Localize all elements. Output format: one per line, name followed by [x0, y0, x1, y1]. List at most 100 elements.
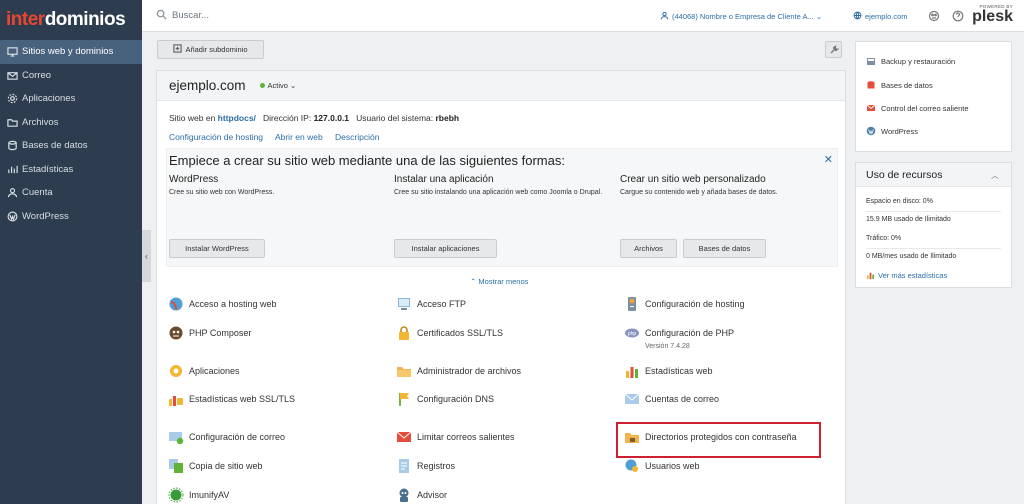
mail-limit-icon — [396, 429, 412, 445]
sidebar-item-label: Sitios web y dominios — [22, 46, 114, 58]
tile-ftp-access[interactable]: Acceso FTP — [396, 296, 466, 312]
top-bar: (44068) Nombre o Empresa de Cliente A...… — [142, 0, 1024, 32]
tile-hosting-settings[interactable]: Configuración de hosting — [624, 296, 745, 312]
quick-link-label: Control del correo saliente — [881, 103, 969, 113]
tile-label: Configuración de PHP — [645, 328, 735, 338]
copy-icon — [168, 458, 184, 474]
php-icon: php — [624, 325, 640, 341]
tile-label: Acceso a hosting web — [189, 299, 277, 309]
hosting-settings-icon — [624, 296, 640, 312]
sidebar: inter dominios Sitios web y dominios Corr… — [0, 0, 142, 504]
sidebar-item-account[interactable]: Cuenta — [0, 181, 142, 205]
user-icon — [660, 11, 672, 22]
tile-advisor[interactable]: Advisor — [396, 487, 447, 503]
gear-icon — [6, 93, 18, 105]
main-content: Añadir subdominio ejemplo.com Activo ⌄ S… — [156, 32, 846, 504]
tile-php-composer[interactable]: PHP Composer — [168, 325, 251, 341]
folder-icon — [396, 363, 412, 379]
sidebar-collapse-toggle[interactable]: ‹ — [142, 230, 151, 282]
tile-ssl-certificates[interactable]: Certificados SSL/TLS — [396, 325, 503, 341]
description-link[interactable]: Descripción — [335, 132, 379, 142]
chevron-up-icon[interactable]: ︿ — [991, 170, 999, 181]
close-icon[interactable]: ✕ — [824, 153, 833, 166]
wordpress-link[interactable]: WordPress — [866, 126, 918, 136]
show-less-link[interactable]: ⌃ Mostrar menos — [470, 277, 528, 286]
tile-website-copy[interactable]: Copia de sitio web — [168, 458, 263, 474]
backup-restore-link[interactable]: Backup y restauración — [866, 56, 955, 66]
sidebar-item-label: Estadísticas — [22, 163, 74, 175]
status-badge[interactable]: Activo ⌄ — [259, 81, 297, 90]
add-subdomain-button[interactable]: Añadir subdominio — [157, 40, 264, 59]
system-user-value: rbebh — [435, 113, 460, 123]
more-statistics-link[interactable]: Ver más estadísticas — [866, 271, 947, 280]
domain-info-line: Sitio web en httpdocs/ Dirección IP: 127… — [169, 113, 459, 123]
button-label: Instalar WordPress — [185, 244, 249, 253]
highlight-box — [616, 422, 821, 458]
tile-file-manager[interactable]: Administrador de archivos — [396, 363, 521, 379]
ssl-stats-icon — [168, 391, 184, 407]
plesk-wordmark: plesk — [972, 8, 1013, 25]
tile-label: Aplicaciones — [189, 366, 240, 376]
sidebar-item-wordpress[interactable]: WordPress — [0, 205, 142, 229]
sidebar-item-files[interactable]: Archivos — [0, 111, 142, 135]
tile-label: Estadísticas web SSL/TLS — [189, 394, 296, 404]
mail-control-icon — [866, 103, 876, 113]
database-icon — [6, 140, 18, 152]
tile-web-hosting-access[interactable]: Acceso a hosting web — [168, 296, 277, 312]
tile-web-users[interactable]: Usuarios web — [624, 458, 700, 474]
domain-selector[interactable]: ejemplo.com — [853, 11, 908, 22]
tile-web-statistics[interactable]: Estadísticas web — [624, 363, 713, 379]
install-applications-button[interactable]: Instalar aplicaciones — [394, 239, 497, 258]
tile-mail-accounts[interactable]: Cuentas de correo — [624, 391, 719, 407]
account-selector[interactable]: (44068) Nombre o Empresa de Cliente A...… — [660, 11, 822, 22]
tile-imunifyav[interactable]: ImunifyAV — [168, 487, 229, 503]
databases-button[interactable]: Bases de datos — [683, 239, 766, 258]
imunify-icon — [168, 487, 184, 503]
resource-usage-title: Uso de recursos — [866, 168, 943, 181]
tile-ssl-web-statistics[interactable]: Estadísticas web SSL/TLS — [168, 391, 295, 407]
add-subdomain-icon — [173, 44, 185, 55]
brand-logo[interactable]: inter dominios — [0, 0, 142, 40]
tile-php-settings[interactable]: php Configuración de PHP — [624, 325, 734, 341]
column-description: Cree su sitio instalando una aplicación … — [394, 189, 603, 196]
search-input[interactable] — [172, 10, 372, 21]
sidebar-item-label: Cuenta — [22, 187, 53, 199]
folder-icon — [6, 116, 18, 128]
tile-logs[interactable]: Registros — [396, 458, 455, 474]
logs-icon — [396, 458, 412, 474]
status-label: Activo ⌄ — [267, 81, 297, 90]
button-label: Archivos — [634, 244, 663, 253]
sidebar-item-websites[interactable]: Sitios web y dominios — [0, 40, 142, 64]
databases-link[interactable]: Bases de datos — [866, 80, 933, 90]
help-icon[interactable] — [952, 10, 964, 22]
sidebar-item-statistics[interactable]: Estadísticas — [0, 158, 142, 182]
install-wordpress-button[interactable]: Instalar WordPress — [169, 239, 265, 258]
website-at-label: Sitio web en — [169, 113, 218, 123]
docroot-link[interactable]: httpdocs/ — [218, 113, 256, 123]
tile-label: Usuarios web — [645, 461, 700, 471]
sidebar-item-mail[interactable]: Correo — [0, 64, 142, 88]
globe-icon — [168, 296, 184, 312]
tile-limit-outgoing-mail[interactable]: Limitar correos salientes — [396, 429, 515, 445]
button-label: Bases de datos — [698, 244, 751, 253]
outgoing-mail-control-link[interactable]: Control del correo saliente — [866, 103, 969, 113]
wrench-icon[interactable] — [825, 41, 842, 58]
hosting-settings-link[interactable]: Configuración de hosting — [169, 132, 263, 142]
open-in-web-link[interactable]: Abrir en web — [275, 132, 323, 142]
bar-chart-icon — [624, 363, 640, 379]
custom-site-column: Crear un sitio web personalizado Cargue … — [620, 174, 840, 198]
sidebar-item-applications[interactable]: Aplicaciones — [0, 87, 142, 111]
resource-usage-header[interactable]: Uso de recursos ︿ — [856, 163, 1011, 187]
sidebar-item-databases[interactable]: Bases de datos — [0, 134, 142, 158]
plesk-logo: POWERED BY plesk — [972, 4, 1013, 25]
tile-applications[interactable]: Aplicaciones — [168, 363, 240, 379]
tile-mail-settings[interactable]: Configuración de correo — [168, 429, 285, 445]
tile-dns-settings[interactable]: Configuración DNS — [396, 391, 494, 407]
sidebar-item-label: Aplicaciones — [22, 93, 76, 105]
chart-icon — [6, 163, 18, 175]
monitor-icon — [6, 46, 18, 58]
extensions-icon[interactable] — [928, 10, 940, 22]
files-button[interactable]: Archivos — [620, 239, 677, 258]
more-statistics-label: Ver más estadísticas — [878, 271, 948, 280]
divider — [866, 211, 1001, 212]
